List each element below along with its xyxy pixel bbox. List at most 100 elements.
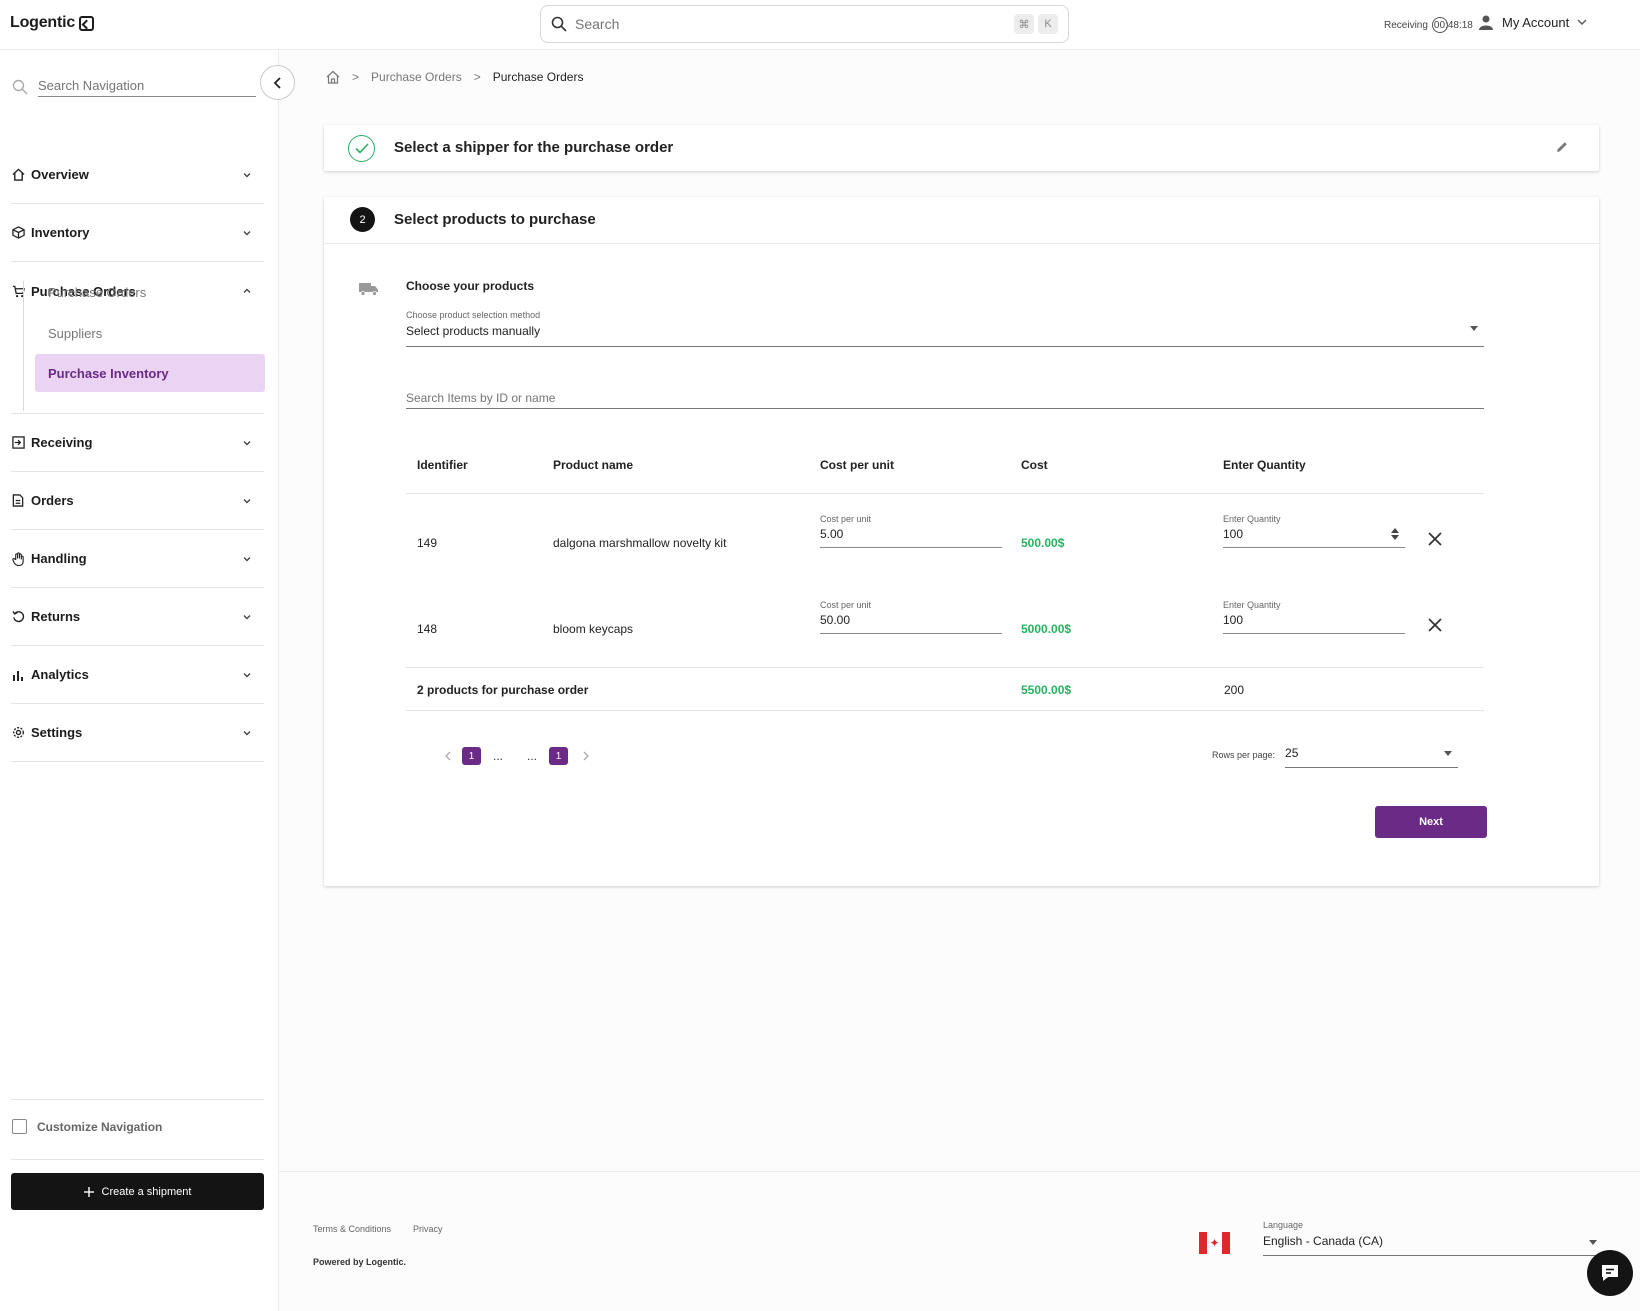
nav-search-input[interactable] xyxy=(38,77,256,97)
quantity-input[interactable] xyxy=(1223,613,1383,627)
global-search[interactable]: ⌘ K xyxy=(540,5,1069,43)
remove-row-button[interactable] xyxy=(1425,616,1445,636)
nav-search[interactable] xyxy=(12,74,257,100)
spinner-arrows-icon[interactable] xyxy=(1391,528,1399,540)
page-number-last[interactable]: 1 xyxy=(549,747,568,765)
account-menu[interactable]: My Account xyxy=(1478,14,1587,30)
home-icon[interactable] xyxy=(326,70,340,84)
quantity-stepper[interactable]: Enter Quantity xyxy=(1223,600,1405,634)
search-icon xyxy=(12,79,28,95)
table-row: 148 bloom keycaps Cost per unit 5000.00$… xyxy=(406,589,1484,675)
customize-navigation[interactable]: Customize Navigation xyxy=(12,1119,162,1134)
divider xyxy=(11,1159,264,1160)
chat-support-button[interactable] xyxy=(1587,1250,1633,1296)
logo-mark-icon xyxy=(79,15,95,31)
cost-per-unit-input[interactable] xyxy=(820,613,980,627)
footer-links: Terms & Conditions Privacy xyxy=(313,1224,443,1234)
selection-method-select[interactable]: Choose product selection method Select p… xyxy=(406,310,1484,347)
sidebar-item-receiving[interactable]: Receiving xyxy=(11,414,264,472)
cost-per-unit-field[interactable]: Cost per unit xyxy=(820,600,1002,634)
chevron-down-icon xyxy=(243,614,251,619)
chevron-down-icon xyxy=(243,672,251,677)
row-product-name: bloom keycaps xyxy=(553,622,634,636)
selection-method-value: Select products manually xyxy=(406,324,541,338)
prev-page-button[interactable] xyxy=(436,747,460,765)
sidebar-subitem-suppliers[interactable]: Suppliers xyxy=(35,314,265,352)
global-search-input[interactable] xyxy=(575,16,1010,32)
breadcrumb-separator: > xyxy=(352,70,360,84)
search-icon xyxy=(551,16,567,32)
next-page-button[interactable] xyxy=(574,747,598,765)
receiving-icon xyxy=(11,436,25,450)
canada-flag-icon: ✦ xyxy=(1199,1232,1230,1254)
step-title: Select products to purchase xyxy=(394,211,596,228)
caret-down-icon xyxy=(1470,326,1478,331)
main-content: > Purchase Orders > Purchase Orders Sele… xyxy=(279,50,1640,1171)
sidebar-item-label: Analytics xyxy=(31,667,89,682)
chevron-left-icon xyxy=(273,76,281,89)
chat-bubble-icon xyxy=(1602,1265,1618,1281)
step-select-shipper: Select a shipper for the purchase order xyxy=(324,125,1599,171)
purchase-orders-subnav: Purchase Orders Suppliers Purchase Inven… xyxy=(23,281,265,411)
row-identifier: 149 xyxy=(417,536,438,550)
divider xyxy=(11,1099,264,1100)
row-cost: 5000.00$ xyxy=(1021,622,1072,636)
cost-per-unit-input[interactable] xyxy=(820,527,980,541)
caret-down-icon xyxy=(1589,1240,1597,1245)
chevron-left-icon xyxy=(445,751,451,761)
page-number-first[interactable]: 1 xyxy=(462,747,481,765)
sidebar-item-settings[interactable]: Settings xyxy=(11,704,264,762)
column-header-product-name: Product name xyxy=(553,458,634,472)
table-row: 149 dalgona marshmallow novelty kit Cost… xyxy=(406,503,1484,589)
rows-per-page-select[interactable]: 25 xyxy=(1285,742,1459,768)
breadcrumb-current: Purchase Orders xyxy=(492,70,584,84)
sidebar-item-inventory[interactable]: Inventory xyxy=(11,204,264,262)
chevron-down-icon xyxy=(243,498,251,503)
cost-per-unit-field[interactable]: Cost per unit xyxy=(820,514,1002,548)
quantity-input[interactable] xyxy=(1223,527,1383,541)
customize-navigation-checkbox[interactable] xyxy=(12,1119,27,1134)
sidebar-item-returns[interactable]: Returns xyxy=(11,588,264,646)
document-icon xyxy=(11,494,25,508)
language-select[interactable]: Language English - Canada (CA) xyxy=(1263,1220,1603,1256)
footer: Terms & Conditions Privacy Powered by Lo… xyxy=(279,1171,1640,1311)
box-icon xyxy=(11,226,25,240)
create-shipment-button[interactable]: Create a shipment xyxy=(11,1173,264,1210)
powered-by: Powered by Logentic. xyxy=(313,1257,407,1267)
create-shipment-label: Create a shipment xyxy=(101,1185,192,1198)
receiving-timer[interactable]: Receiving 00:48:18 xyxy=(1384,17,1473,33)
sidebar: Overview Inventory Purchase Orders Purch… xyxy=(0,50,295,1311)
sidebar-item-orders[interactable]: Orders xyxy=(11,472,264,530)
sidebar-item-handling[interactable]: Handling xyxy=(11,530,264,588)
sidebar-item-analytics[interactable]: Analytics xyxy=(11,646,264,704)
row-cost: 500.00$ xyxy=(1021,536,1065,550)
pencil-edit-icon[interactable] xyxy=(1555,140,1569,154)
chevron-down-icon xyxy=(243,440,251,445)
search-items-input[interactable] xyxy=(406,387,1484,409)
sidebar-item-label: Inventory xyxy=(31,225,90,240)
terms-link[interactable]: Terms & Conditions xyxy=(313,1224,391,1234)
next-button[interactable]: Next xyxy=(1375,806,1487,838)
sidebar-item-overview[interactable]: Overview xyxy=(11,146,264,204)
logo[interactable]: Logentic xyxy=(10,14,95,32)
choose-products-title: Choose your products xyxy=(406,279,535,293)
cost-per-unit-field-label: Cost per unit xyxy=(820,514,872,524)
shortcut-cmd-key: ⌘ xyxy=(1014,14,1034,34)
sidebar-subitem-purchase-orders[interactable]: Purchase Orders xyxy=(35,273,265,311)
user-avatar-icon xyxy=(1479,15,1493,30)
home-icon xyxy=(11,168,25,182)
quantity-stepper[interactable]: Enter Quantity xyxy=(1223,514,1405,548)
total-cost: 5500.00$ xyxy=(1021,683,1072,697)
breadcrumb-purchase-orders-link[interactable]: Purchase Orders xyxy=(371,70,462,84)
pagination-ellipsis: ... xyxy=(492,749,503,763)
totals-row: 2 products for purchase order 5500.00$ 2… xyxy=(406,667,1484,711)
collapse-sidebar-button[interactable] xyxy=(260,65,295,100)
remove-row-button[interactable] xyxy=(1425,530,1445,550)
step-select-products: 2 Select products to purchase Choose you… xyxy=(324,197,1599,886)
sidebar-subitem-purchase-inventory[interactable]: Purchase Inventory xyxy=(35,354,265,392)
chevron-down-icon xyxy=(243,172,251,177)
privacy-link[interactable]: Privacy xyxy=(413,1224,443,1234)
step-complete-icon xyxy=(348,135,375,162)
breadcrumb: > Purchase Orders > Purchase Orders xyxy=(326,70,583,84)
hand-icon xyxy=(11,551,25,566)
